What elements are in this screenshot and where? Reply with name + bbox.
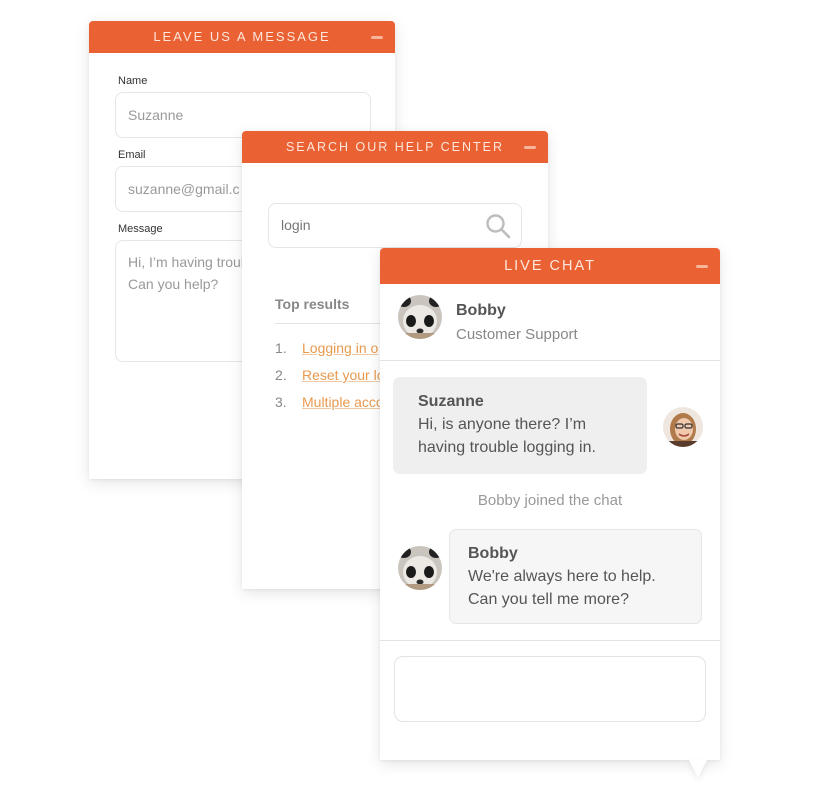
message-text-line: Can you tell me more? [468,591,629,608]
result-number: 3. [275,394,287,410]
chat-message-input[interactable] [394,656,706,722]
message-text-line: We're always here to help. [468,568,656,585]
live-chat-title: LIVE CHAT [504,258,596,274]
chat-tail-pointer [689,760,707,778]
message-text-line: Hi, is anyone there? I’m [418,416,587,433]
result-link[interactable]: Reset your lo [302,367,384,383]
help-center-title: SEARCH OUR HELP CENTER [285,140,505,154]
result-link[interactable]: Logging in o [302,340,378,356]
panda-avatar-icon [398,295,442,339]
message-bubble-agent: Bobby We're always here to help. Can you… [449,529,702,624]
message-bubble-user: Suzanne Hi, is anyone there? I’m having … [393,377,647,474]
search-value: login [281,217,311,233]
live-chat-panel: LIVE CHAT Bobby Customer Support Suzanne… [380,248,720,778]
result-item: 3. Multiple acco [275,394,384,410]
leave-message-header: LEAVE US A MESSAGE [89,21,395,53]
panda-avatar-icon [398,546,442,590]
composer-divider [380,640,720,641]
system-message: Bobby joined the chat [477,492,623,509]
help-search-input[interactable]: login [268,203,522,248]
agent-role: Customer Support [456,326,578,343]
agent-name: Bobby [456,302,506,319]
result-number: 2. [275,367,287,383]
result-number: 1. [275,340,287,356]
top-results-heading: Top results [275,296,350,312]
message-text-line: having trouble logging in. [418,439,596,456]
message-label: Message [118,223,163,235]
name-label: Name [118,75,148,87]
message-sender: Suzanne [418,393,484,410]
result-item: 1. Logging in o [275,340,378,356]
minimize-icon[interactable] [524,146,536,149]
live-chat-header: LIVE CHAT [380,248,720,284]
message-sender: Bobby [468,545,518,562]
minimize-icon[interactable] [696,265,708,268]
help-center-header: SEARCH OUR HELP CENTER [242,131,548,163]
result-item: 2. Reset your lo [275,367,384,383]
email-label: Email [118,149,146,161]
agent-info: Bobby Customer Support [380,284,720,361]
result-link[interactable]: Multiple acco [302,394,384,410]
minimize-icon[interactable] [371,36,383,39]
leave-message-title: LEAVE US A MESSAGE [153,29,331,44]
suzanne-avatar-icon [663,407,703,447]
search-icon[interactable] [485,213,511,239]
